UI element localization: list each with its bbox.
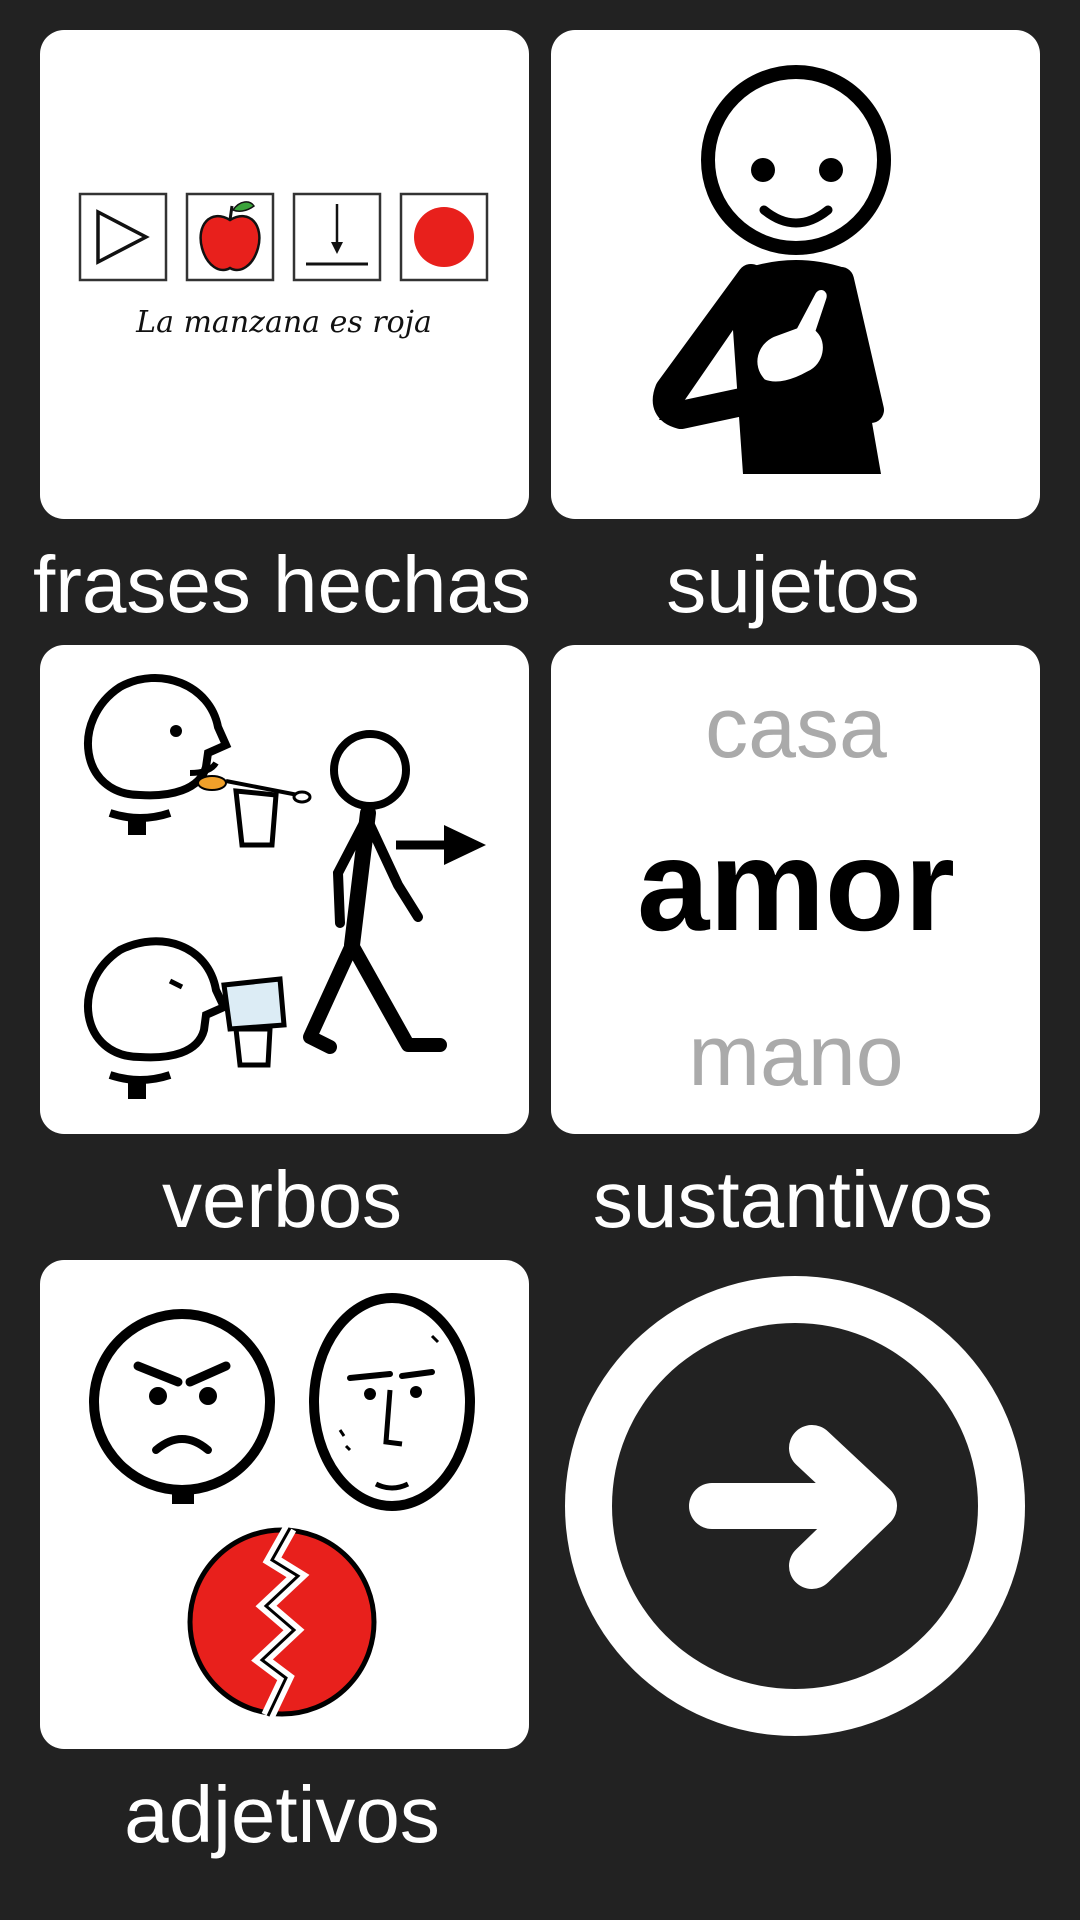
tile-adjetivos[interactable] [40, 1260, 529, 1749]
actions-icon [83, 674, 486, 1099]
word-casa: casa [705, 680, 887, 776]
emotions-icon [89, 1293, 475, 1719]
caption-adjetivos: adjetivos [124, 1770, 440, 1859]
word-amor: amor [637, 812, 955, 958]
arrow-right-icon [689, 1425, 897, 1589]
tile-frases-hechas[interactable]: La manzana es roja [40, 30, 529, 519]
caption-frases-hechas: frases hechas [32, 540, 532, 629]
tile-sujetos[interactable] [551, 30, 1040, 519]
sentence-strip-icon: La manzana es roja [78, 192, 489, 340]
tile-sustantivos[interactable]: casa amor mano [551, 645, 1040, 1134]
next-page-button[interactable] [565, 1276, 1025, 1736]
word-mano: mano [688, 1008, 903, 1104]
tile-verbos[interactable] [40, 645, 529, 1134]
caption-verbos: verbos [161, 1155, 403, 1244]
person-pointing-self-icon [652, 65, 891, 474]
caption-sujetos: sujetos [666, 540, 920, 629]
nouns-words-icon: casa amor mano [637, 680, 955, 1104]
caption-sustantivos: sustantivos [592, 1155, 994, 1244]
example-sentence: La manzana es roja [135, 305, 432, 340]
